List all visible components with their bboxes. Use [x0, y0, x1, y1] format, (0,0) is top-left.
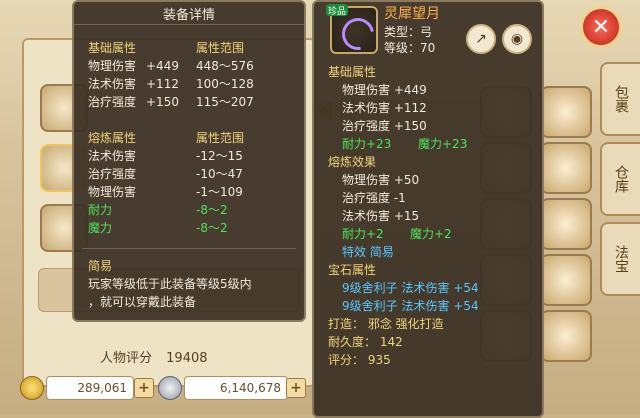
base-row-range: 115～207: [196, 95, 254, 109]
base-attr-title: 基础属性: [328, 65, 377, 79]
close-icon[interactable]: ✕: [580, 6, 622, 48]
eye-icon[interactable]: ◉: [502, 24, 532, 54]
score-label: 人物评分: [100, 351, 153, 366]
base-row-name: 治疗强度: [88, 95, 137, 109]
equipment-detail-tooltip: 装备详情 基础属性 属性范围 物理伤害 +449 448～576 法术伤害 +1…: [72, 0, 306, 322]
simple-desc-line: ，就可以穿戴此装备: [88, 295, 197, 309]
bow-icon: [335, 11, 381, 57]
refine-row-range: -8～2: [196, 221, 228, 235]
refine-green-right: 魔力+2: [410, 227, 452, 241]
refine-effect-row: 治疗强度 -1: [342, 191, 406, 205]
refine-attr-header: 熔炼属性: [88, 131, 137, 145]
refine-effect-row: 物理伤害 +50: [342, 173, 420, 187]
currency-bar: 289,061 + 6,140,678 +: [16, 372, 306, 404]
base-row-name: 法术伤害: [88, 77, 137, 91]
base-row-range: 448～576: [196, 59, 254, 73]
score-value: 19408: [166, 351, 208, 366]
add-gold-button[interactable]: +: [134, 378, 154, 398]
refine-row-range: -8～2: [196, 203, 228, 217]
item-type: 类型：弓: [384, 25, 433, 39]
base-row-name: 物理伤害: [88, 59, 137, 73]
durability-line: 耐久度： 142: [328, 335, 403, 349]
silver-amount: 6,140,678: [184, 376, 288, 400]
gem-row: 9级舍利子 法术伤害 +54: [342, 299, 479, 313]
inventory-slot[interactable]: [540, 86, 592, 138]
refine-green-left: 耐力+2: [342, 227, 384, 241]
inventory-slot[interactable]: [540, 142, 592, 194]
base-row-value: +449: [146, 59, 179, 73]
forge-line: 打造： 邪念 强化打造: [328, 317, 444, 331]
base-attr-header: 基础属性: [88, 41, 137, 55]
simple-title: 简易: [88, 259, 113, 273]
refine-row-name: 治疗强度: [88, 167, 137, 181]
gem-row: 9级舍利子 法术伤害 +54: [342, 281, 479, 295]
gem-title: 宝石属性: [328, 263, 377, 277]
tab-warehouse[interactable]: 仓库: [600, 142, 640, 216]
refine-row-name: 法术伤害: [88, 149, 137, 163]
tab-treasure[interactable]: 法宝: [600, 222, 640, 296]
special-effect: 特效 简易: [342, 245, 394, 259]
base-attr-row: 治疗强度 +150: [342, 119, 427, 133]
gold-amount: 289,061: [46, 376, 134, 400]
character-score: 人物评分 19408: [100, 347, 208, 366]
base-row-value: +150: [146, 95, 179, 109]
base-attr-row: 物理伤害 +449: [342, 83, 427, 97]
item-name: 灵犀望月: [384, 6, 440, 22]
base-row-range: 100～128: [196, 77, 254, 91]
inventory-slot[interactable]: [540, 310, 592, 362]
refine-effect-title: 熔炼效果: [328, 155, 377, 169]
item-score-line: 评分： 935: [328, 353, 391, 367]
close-glyph: ✕: [591, 14, 611, 40]
refine-row-range: -1～109: [196, 185, 243, 199]
item-detail-tooltip: 珍品 灵犀望月 类型：弓 等级：70 ↗ ◉ 基础属性 物理伤害 +449 法术…: [312, 0, 544, 418]
refine-effect-row: 法术伤害 +15: [342, 209, 420, 223]
refine-row-range: -12～15: [196, 149, 243, 163]
tooltip-divider: [82, 248, 296, 249]
base-row-value: +112: [146, 77, 179, 91]
inventory-slot[interactable]: [540, 254, 592, 306]
base-green-left: 耐力+23: [342, 137, 392, 151]
base-range-header: 属性范围: [196, 41, 245, 55]
refine-row-name: 物理伤害: [88, 185, 137, 199]
tooltip-title: 装备详情: [74, 2, 304, 25]
refine-row-range: -10～47: [196, 167, 243, 181]
base-green-right: 魔力+23: [418, 137, 468, 151]
tab-bag[interactable]: 包裹: [600, 62, 640, 136]
simple-desc-line: 玩家等级低于此装备等级5级内: [88, 277, 252, 291]
add-silver-button[interactable]: +: [286, 378, 306, 398]
rarity-badge: 珍品: [326, 4, 348, 17]
refine-range-header: 属性范围: [196, 131, 245, 145]
silver-coin-icon: [158, 376, 182, 400]
item-level: 等级：70: [384, 41, 436, 55]
share-icon[interactable]: ↗: [466, 24, 496, 54]
gold-coin-icon: [20, 376, 44, 400]
inventory-slot[interactable]: [540, 198, 592, 250]
base-attr-row: 法术伤害 +112: [342, 101, 427, 115]
refine-row-name: 魔力: [88, 221, 113, 235]
refine-row-name: 耐力: [88, 203, 113, 217]
side-tabs: 包裹 仓库 法宝: [600, 62, 640, 302]
